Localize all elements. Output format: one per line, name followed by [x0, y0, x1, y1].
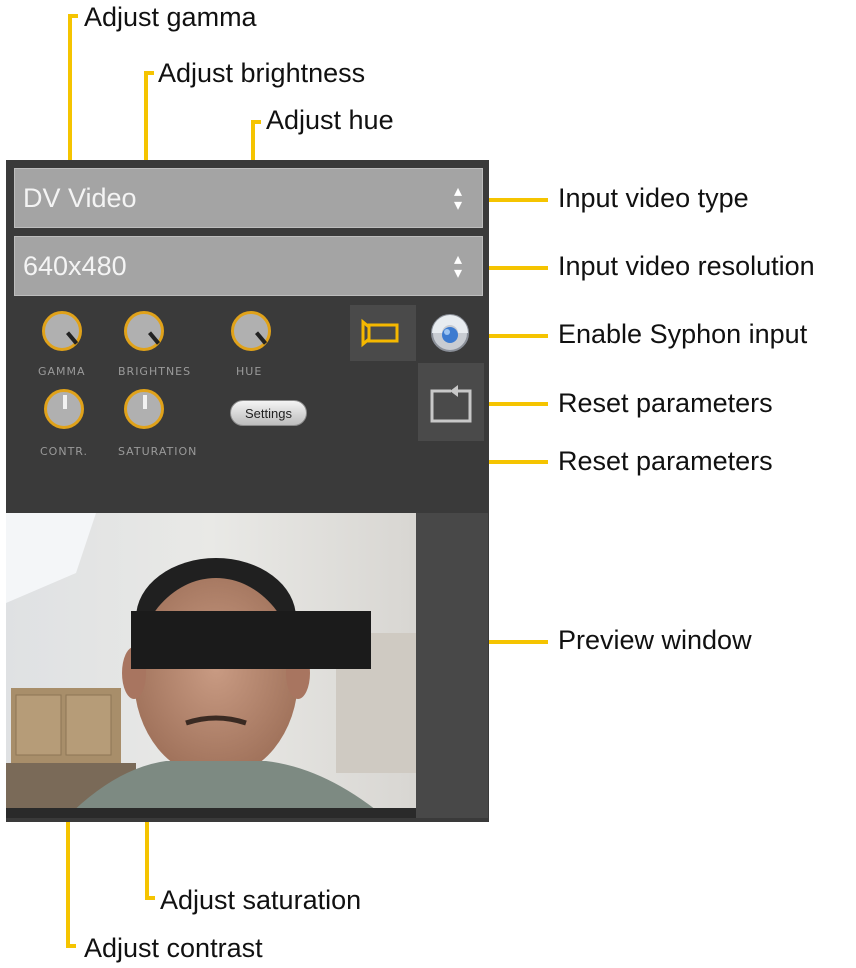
- brightness-callout-tick: [144, 71, 154, 75]
- input-type-callout: Input video type: [558, 183, 749, 213]
- contrast-label: CONTR.: [40, 445, 89, 458]
- gamma-callout: Adjust gamma: [84, 2, 257, 32]
- saturation-label: SATURATION: [118, 445, 198, 458]
- settings-button[interactable]: Settings: [230, 400, 307, 426]
- contrast-callout-tick: [66, 944, 76, 948]
- resolution-dropdown[interactable]: 640x480 ▴ ▾: [14, 236, 483, 296]
- gamma-label: GAMMA: [38, 365, 86, 378]
- dropdown-arrows-icon: ▴ ▾: [453, 183, 462, 215]
- input-type-value: DV Video: [23, 183, 137, 213]
- syphon-callout: Enable Syphon input: [558, 319, 808, 349]
- brightness-label: BRIGHTNES: [118, 365, 192, 378]
- hue-callout-tick: [251, 120, 261, 124]
- syphon-icon: [431, 314, 469, 352]
- hue-knob[interactable]: [231, 311, 271, 351]
- input-type-dropdown[interactable]: DV Video ▴ ▾: [14, 168, 483, 228]
- camera-button[interactable]: [350, 305, 416, 361]
- brightness-knob[interactable]: [124, 311, 164, 351]
- gamma-knob[interactable]: [42, 311, 82, 351]
- preview-callout: Preview window: [558, 625, 752, 655]
- saturation-callout-tick: [145, 896, 155, 900]
- hue-label: HUE: [236, 365, 263, 378]
- hue-callout: Adjust hue: [266, 105, 394, 135]
- reset-2-callout: Reset parameters: [558, 446, 773, 476]
- reset-button[interactable]: [418, 363, 484, 441]
- reset-1-callout: Reset parameters: [558, 388, 773, 418]
- contrast-knob[interactable]: [44, 389, 84, 429]
- reset-icon: [430, 385, 472, 423]
- preview-image: [6, 513, 416, 818]
- brightness-callout: Adjust brightness: [158, 58, 366, 88]
- resolution-value: 640x480: [23, 251, 127, 281]
- camera-icon: [361, 318, 399, 348]
- syphon-button[interactable]: [418, 305, 484, 361]
- contrast-callout: Adjust contrast: [84, 933, 263, 963]
- saturation-callout: Adjust saturation: [160, 885, 362, 915]
- resolution-callout: Input video resolution: [558, 251, 815, 281]
- preview-window: [6, 513, 416, 818]
- saturation-knob[interactable]: [124, 389, 164, 429]
- gamma-callout-tick: [68, 14, 78, 18]
- input-panel: DV Video ▴ ▾ 640x480 ▴ ▾ GAMMA BRIGHTNES H…: [6, 160, 489, 822]
- dropdown-arrows-icon: ▴ ▾: [453, 251, 462, 283]
- preview-side-strip: [416, 513, 488, 818]
